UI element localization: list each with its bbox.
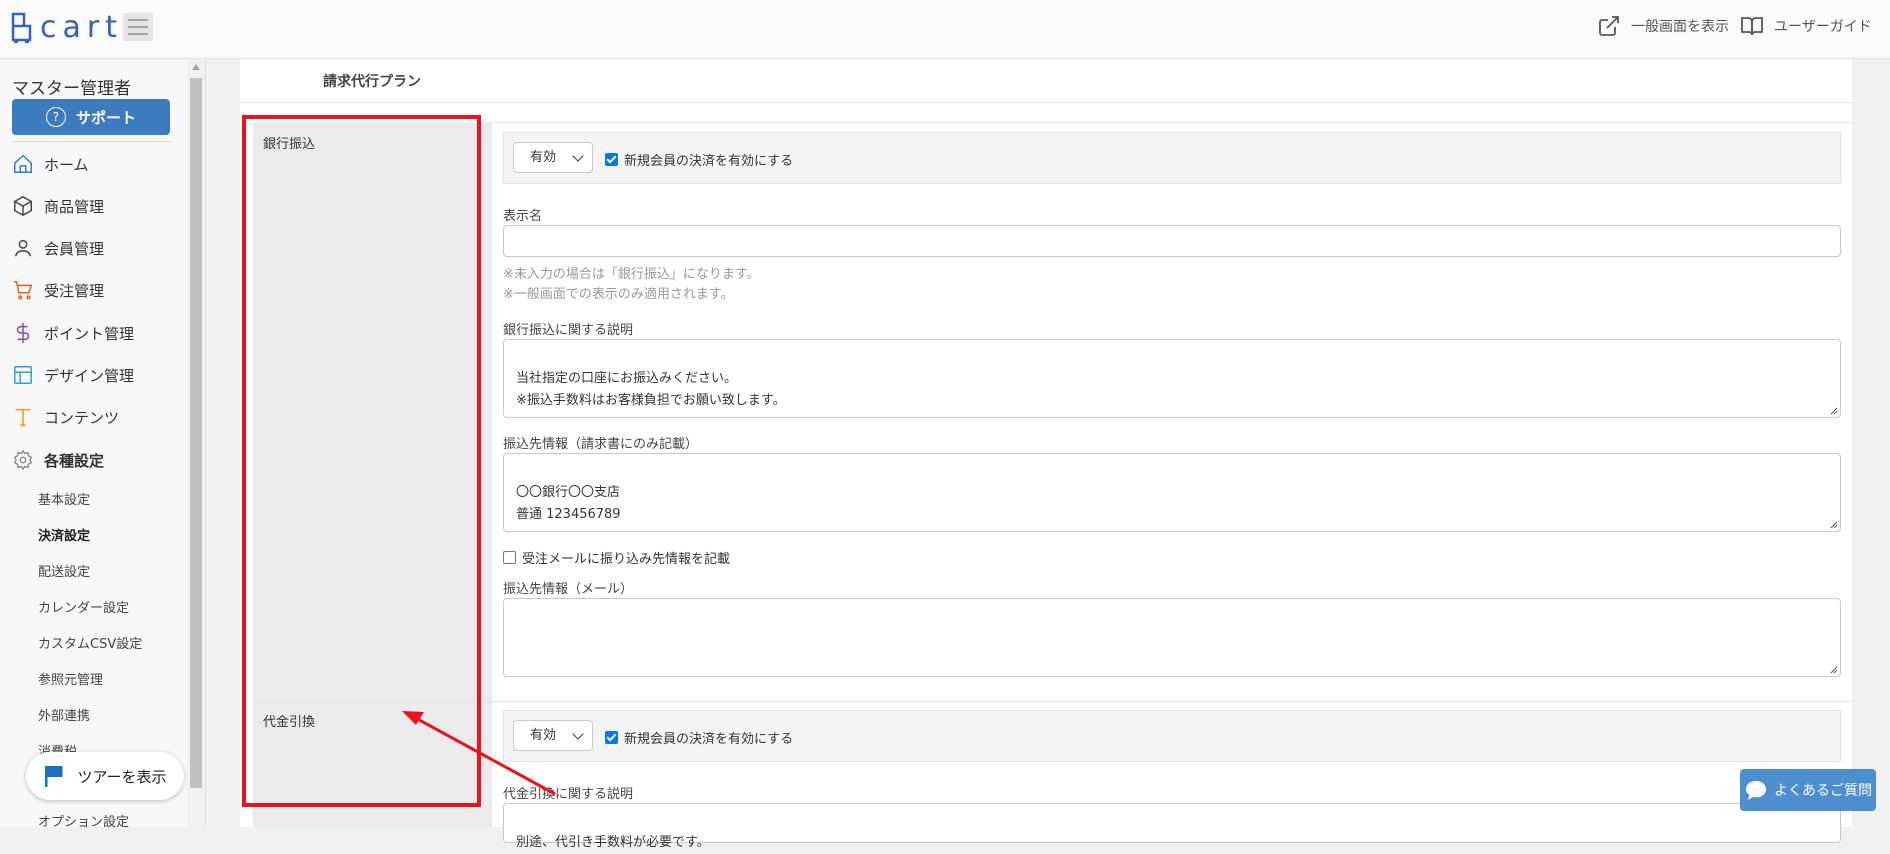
faq-label: よくあるご質問: [1774, 783, 1872, 799]
chat-bubble-icon: [1746, 781, 1766, 800]
cod-desc-value: 別途、代引き手数料が必要です。: [516, 835, 710, 850]
faq-button[interactable]: よくあるご質問: [1740, 769, 1876, 811]
annotation-arrow-icon: [402, 711, 556, 796]
